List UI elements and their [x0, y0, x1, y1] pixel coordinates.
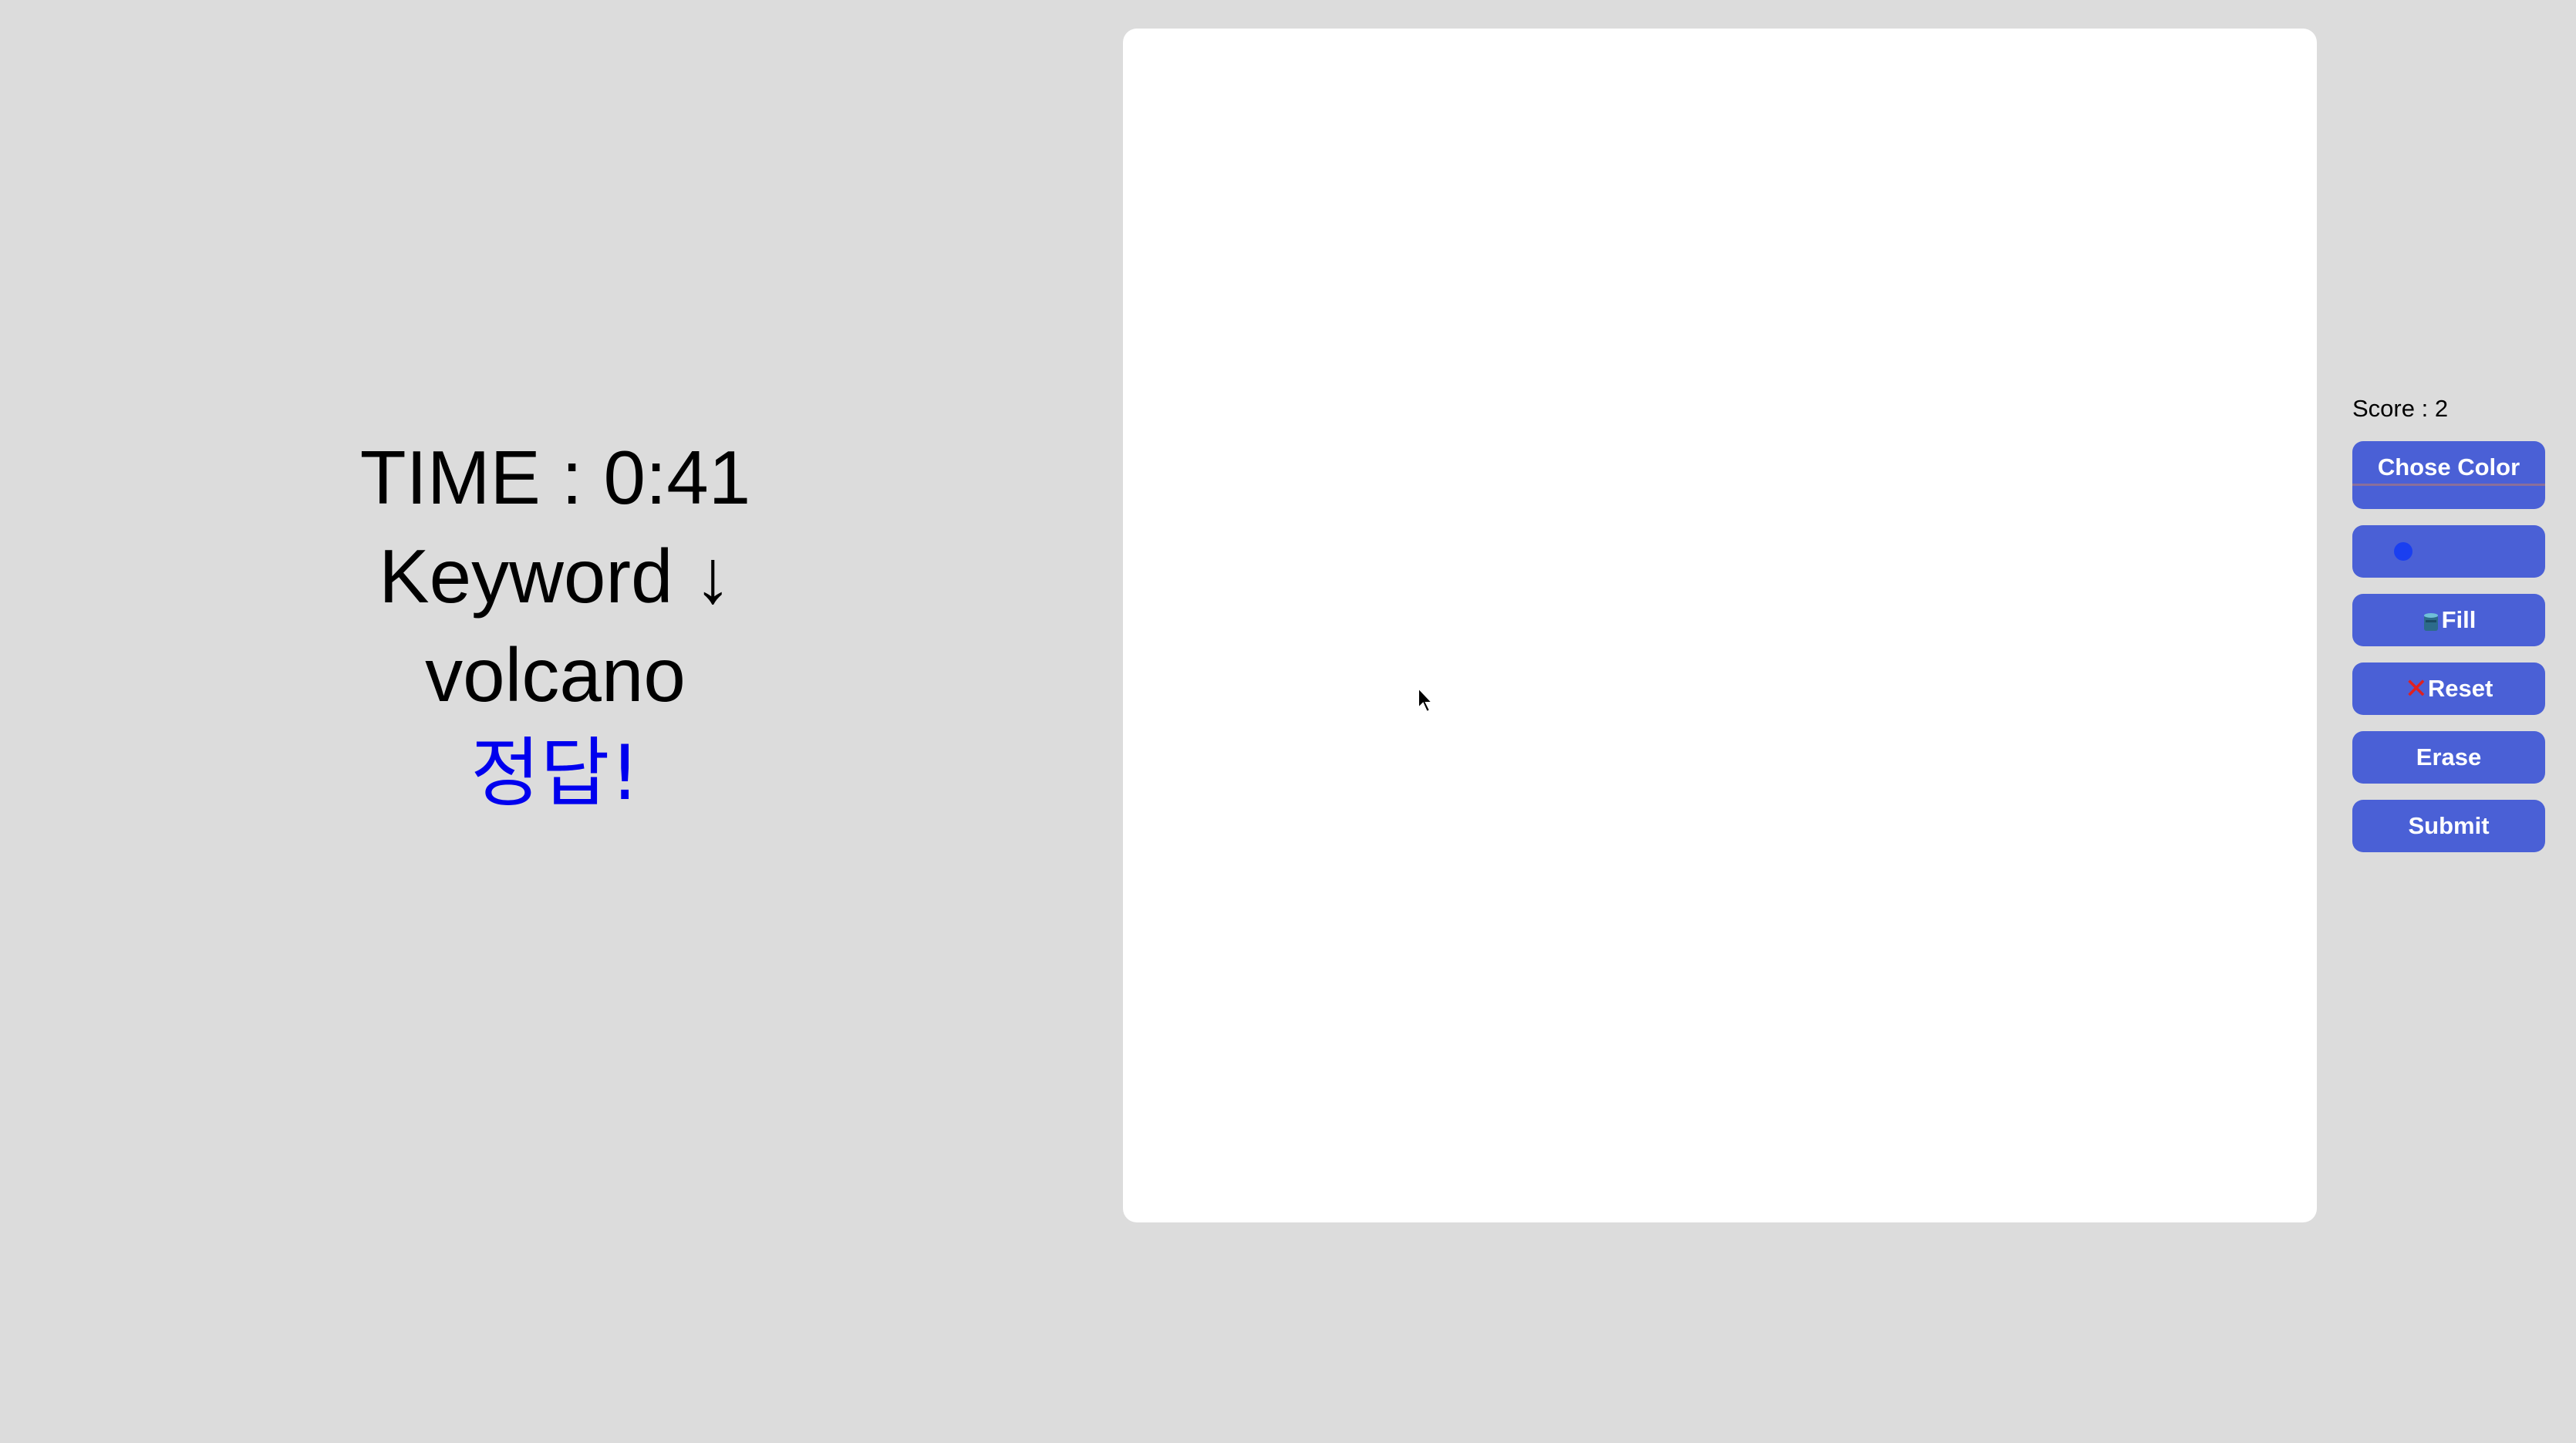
choose-color-button[interactable]: Chose Color	[2352, 441, 2545, 509]
erase-label: Erase	[2416, 743, 2482, 770]
erase-button[interactable]: Erase	[2352, 731, 2545, 784]
choose-color-label: Chose Color	[2377, 453, 2520, 480]
reset-label: Reset	[2427, 675, 2493, 702]
submit-button[interactable]: Submit	[2352, 800, 2545, 852]
game-info-panel: TIME : 0:41 Keyword ↓ volcano 정답!	[278, 428, 833, 823]
tool-sidebar: Score : 2 Chose Color Fill ✕ Reset Erase…	[2352, 392, 2545, 868]
brush-color-dot-icon	[2394, 542, 2412, 561]
paint-bucket-icon	[2423, 613, 2438, 631]
color-swatch-line	[2352, 484, 2545, 486]
game-page: TIME : 0:41 Keyword ↓ volcano 정답! Score …	[0, 0, 2576, 1443]
reset-button[interactable]: ✕ Reset	[2352, 662, 2545, 715]
red-x-icon: ✕	[2404, 673, 2428, 704]
submit-label: Submit	[2408, 812, 2490, 839]
answer-feedback: 정답!	[470, 730, 640, 818]
keyword-heading: Keyword ↓	[379, 534, 732, 619]
mouse-cursor-icon	[1418, 686, 1435, 713]
fill-button[interactable]: Fill	[2352, 594, 2545, 646]
fill-label: Fill	[2441, 606, 2477, 633]
score-display: Score : 2	[2352, 395, 2449, 422]
brush-color-button[interactable]	[2352, 525, 2545, 578]
drawing-canvas[interactable]	[1123, 29, 2317, 1222]
timer-text: TIME : 0:41	[359, 435, 751, 520]
keyword-value: volcano	[425, 632, 686, 717]
